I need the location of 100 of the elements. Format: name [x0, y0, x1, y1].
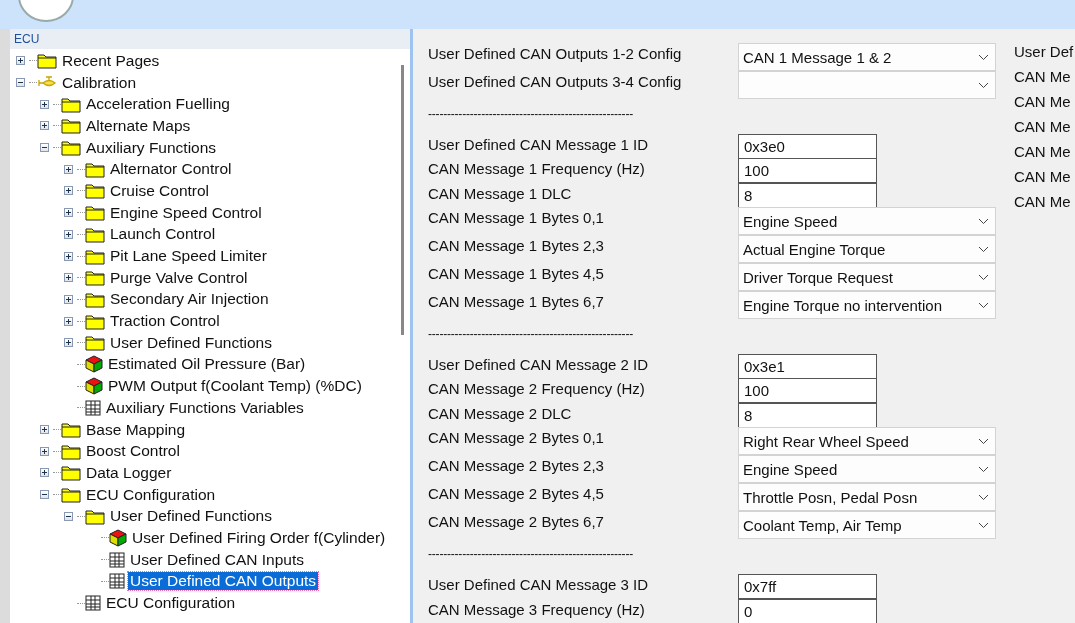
expand-toggle[interactable] [64, 186, 73, 196]
tree-item[interactable]: User Defined CAN Outputs [128, 572, 319, 591]
collapse-toggle[interactable] [40, 490, 49, 500]
field-label: User Defined CAN Message 3 ID [428, 575, 650, 593]
collapse-toggle[interactable] [40, 143, 49, 153]
input-field[interactable]: 0x3e0 [738, 133, 877, 159]
dropdown[interactable]: Engine Speed [738, 455, 996, 484]
folder-icon [61, 139, 81, 157]
field-label: CAN Me [1014, 118, 1072, 137]
input-field[interactable]: 0 [738, 598, 877, 623]
tree-item[interactable]: Data Logger [84, 463, 174, 482]
plus-icon [65, 295, 72, 303]
expand-toggle[interactable] [64, 164, 73, 174]
tree-item[interactable]: User Defined Firing Order f(Cylinder) [130, 528, 388, 547]
expand-toggle[interactable] [40, 468, 49, 478]
expand-toggle[interactable] [64, 208, 73, 218]
collapse-toggle[interactable] [64, 511, 73, 521]
expand-toggle[interactable] [64, 273, 73, 283]
tree-item[interactable]: Alternate Maps [84, 116, 193, 135]
dropdown[interactable]: Throttle Posn, Pedal Posn [738, 483, 996, 512]
expand-toggle[interactable] [64, 316, 73, 326]
field-label: CAN Message 1 DLC [428, 183, 573, 202]
folder-icon [85, 334, 105, 352]
dropdown[interactable]: Engine Torque no intervention [738, 291, 996, 320]
plus-icon [41, 100, 48, 108]
expand-toggle[interactable] [64, 251, 73, 261]
tree-item[interactable]: ECU Configuration [104, 594, 238, 613]
tree-item[interactable]: User Defined CAN Inputs [128, 550, 307, 569]
table-icon [109, 573, 125, 590]
folder-icon [61, 421, 81, 439]
field-label: CAN Message 2 Bytes 6,7 [428, 512, 605, 531]
tree-item[interactable]: User Defined Functions [108, 507, 274, 526]
tree-item[interactable]: Boost Control [84, 442, 182, 461]
chevron-down-icon [978, 273, 989, 281]
tree-item[interactable]: Auxiliary Functions [84, 138, 219, 157]
field-label: CAN Message 2 Bytes 0,1 [428, 428, 605, 447]
input-field[interactable]: 100 [738, 378, 877, 404]
input-field[interactable]: 8 [738, 182, 877, 208]
dropdown[interactable]: Engine Speed [738, 207, 996, 236]
tree-item[interactable]: Cruise Control [108, 181, 212, 200]
expand-toggle[interactable] [64, 338, 73, 348]
plus-icon [65, 187, 72, 195]
folder-icon [61, 442, 81, 460]
field-label: CAN Message 2 DLC [428, 403, 573, 422]
dropdown[interactable]: Right Rear Wheel Speed [738, 427, 996, 456]
tree-item[interactable]: Base Mapping [84, 420, 188, 439]
plus-icon [65, 317, 72, 325]
chevron-down-icon [978, 437, 989, 445]
tree-item[interactable]: Pit Lane Speed Limiter [108, 247, 269, 266]
expand-toggle[interactable] [16, 56, 25, 66]
expand-toggle[interactable] [40, 121, 49, 131]
tree-item[interactable]: Traction Control [108, 312, 222, 331]
field-label: CAN Me [1014, 93, 1072, 112]
input-field[interactable]: 100 [738, 158, 877, 184]
scrollbar-thumb[interactable] [401, 65, 404, 335]
tree-item[interactable]: Estimated Oil Pressure (Bar) [106, 355, 308, 374]
expand-toggle[interactable] [64, 294, 73, 304]
tree-item[interactable]: Alternator Control [108, 160, 234, 179]
dropdown[interactable]: CAN 1 Message 1 & 2 [738, 43, 996, 71]
expand-toggle[interactable] [40, 425, 49, 435]
tree-item[interactable]: PWM Output f(Coolant Temp) (%DC) [106, 377, 364, 396]
tree-item[interactable]: ECU Configuration [84, 485, 218, 504]
dropdown[interactable]: Actual Engine Torque [738, 235, 996, 264]
field-label: CAN Message 2 Bytes 2,3 [428, 456, 605, 475]
tree-item[interactable]: Acceleration Fuelling [84, 95, 232, 114]
tree-item[interactable]: Auxiliary Functions Variables [104, 398, 306, 417]
plus-icon [65, 339, 72, 347]
folder-icon [61, 486, 81, 504]
tree-item[interactable]: Recent Pages [60, 51, 162, 70]
plus-icon [41, 469, 48, 477]
dropdown[interactable]: Coolant Temp, Air Temp [738, 511, 996, 540]
field-label: CAN Message 2 Bytes 4,5 [428, 484, 605, 503]
cube-icon [85, 377, 103, 396]
input-field[interactable]: 8 [738, 402, 877, 428]
tree-item[interactable]: Engine Speed Control [108, 203, 264, 222]
collapse-toggle[interactable] [16, 78, 25, 88]
dropdown[interactable]: Driver Torque Request [738, 263, 996, 292]
tree-item[interactable]: Purge Valve Control [108, 268, 250, 287]
tree-item[interactable]: Launch Control [108, 225, 218, 244]
field-label: User Defined CAN Message 2 ID [428, 354, 650, 373]
folder-icon [85, 290, 105, 308]
separator-text: ------------------------------------------------------ [428, 547, 633, 562]
field-label: User Defined CAN Message 1 ID [428, 134, 650, 153]
chevron-down-icon [978, 53, 989, 61]
expand-toggle[interactable] [40, 446, 49, 456]
panel-title: ECU [13, 31, 41, 48]
expand-toggle[interactable] [40, 99, 49, 109]
plus-icon [65, 252, 72, 260]
plus-icon [65, 274, 72, 282]
tree-item[interactable]: User Defined Functions [108, 333, 274, 352]
expand-toggle[interactable] [64, 229, 73, 239]
input-field[interactable]: 0x7ff [738, 574, 877, 599]
tree-item[interactable]: Secondary Air Injection [108, 290, 271, 309]
tree-item[interactable]: Calibration [60, 73, 139, 92]
cube-icon [109, 528, 127, 547]
field-label: CAN Me [1014, 68, 1072, 87]
plus-icon [65, 165, 72, 173]
table-icon [85, 595, 101, 612]
input-field[interactable]: 0x3e1 [738, 353, 877, 379]
chevron-down-icon [978, 493, 989, 501]
